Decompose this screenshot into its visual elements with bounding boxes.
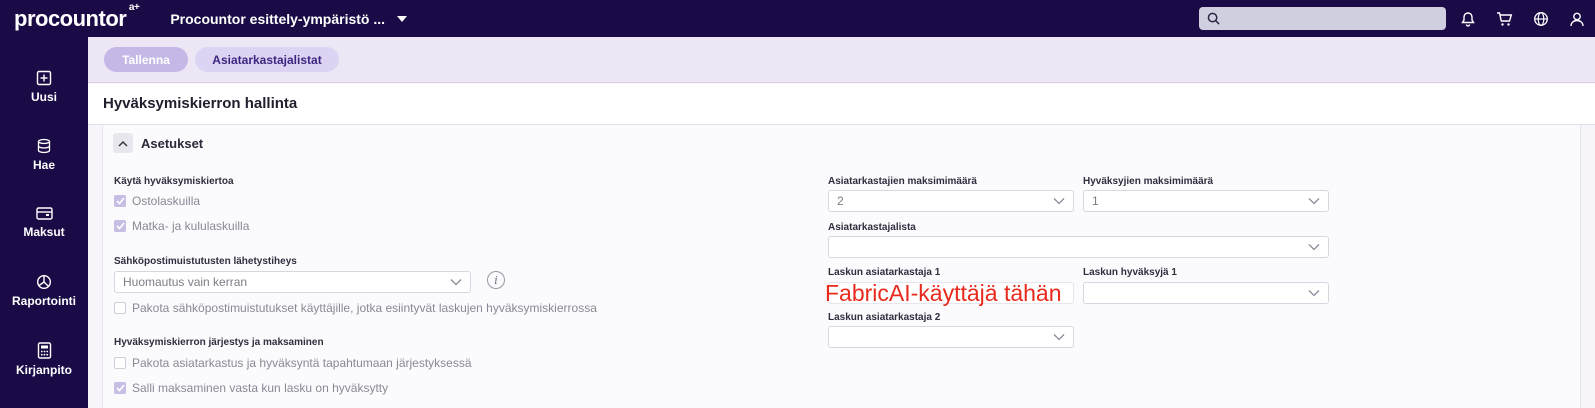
chevron-down-icon (1053, 334, 1065, 341)
sidebar-item-maksut[interactable]: Maksut (0, 206, 88, 239)
caret-down-icon (397, 15, 408, 22)
globe-icon[interactable] (1533, 11, 1549, 27)
checkbox-label: Ostolaskuilla (132, 194, 201, 208)
check-icon (115, 384, 125, 392)
max-approvers-label: Hyväksyjien maksimimäärä (1083, 176, 1214, 187)
top-icons (1460, 0, 1585, 37)
search-input[interactable] (1199, 7, 1446, 30)
max-approvers-select[interactable]: 1 (1083, 190, 1329, 212)
select-value: 1 (1092, 194, 1099, 208)
purchase-invoices-checkbox[interactable]: Ostolaskuilla (114, 194, 200, 208)
chevron-up-icon (118, 140, 128, 146)
settings-panel: Asetukset Käytä hyväksymiskiertoa Ostola… (102, 125, 1581, 408)
search-icon (1207, 12, 1220, 25)
sidebar: Uusi Hae Maksut Raportointi Kirjanpito (0, 37, 88, 408)
reviewer-list-label: Asiatarkastajalista (828, 222, 916, 233)
user-icon[interactable] (1569, 11, 1585, 27)
sidebar-item-label: Uusi (30, 90, 57, 104)
top-bar: procountor a+ Procountor esittely-ympäris… (0, 0, 1595, 37)
max-reviewers-select[interactable]: 2 (828, 190, 1074, 212)
select-value: 2 (837, 194, 844, 208)
reviewer1-label: Laskun asiatarkastaja 1 (828, 267, 941, 278)
logo-sup: a+ (128, 1, 140, 13)
email-frequency-label: Sähköpostimuistutusten lähetystiheys (114, 256, 297, 267)
sidebar-item-label: Raportointi (12, 294, 76, 308)
checkbox-box (114, 220, 126, 232)
logo-text: procountor (14, 5, 127, 31)
save-button[interactable]: Tallenna (104, 47, 188, 72)
checkbox-label: Pakota sähköpostimuistutukset käyttäjill… (132, 301, 597, 315)
section-title: Asetukset (141, 135, 204, 151)
reviewer-lists-button[interactable]: Asiatarkastajalistat (195, 47, 339, 72)
max-reviewers-label: Asiatarkastajien maksimimäärä (828, 176, 977, 187)
reviewer1-annotation: FabricAI-käyttäjä tähän (825, 280, 1062, 306)
main-content: Asetukset Käytä hyväksymiskiertoa Ostola… (88, 125, 1595, 408)
chevron-down-icon (1053, 198, 1065, 205)
approver1-label: Laskun hyväksyjä 1 (1083, 267, 1177, 278)
chevron-down-icon (450, 279, 462, 286)
environment-selector[interactable]: Procountor esittely-ympäristö ... (170, 10, 408, 27)
plus-square-icon (36, 70, 52, 86)
checkbox-box (114, 195, 126, 207)
sidebar-item-uusi[interactable]: Uusi (0, 70, 88, 104)
checkbox-label: Matka- ja kululaskuilla (132, 219, 250, 233)
sidebar-item-raportointi[interactable]: Raportointi (0, 274, 88, 308)
bell-icon[interactable] (1460, 11, 1476, 27)
sidebar-item-label: Hae (32, 158, 55, 172)
force-order-checkbox[interactable]: Pakota asiatarkastus ja hyväksyntä tapah… (114, 356, 472, 370)
chevron-down-icon (1308, 290, 1320, 297)
info-icon[interactable]: i (487, 271, 505, 289)
check-icon (115, 222, 125, 230)
checkbox-box (114, 357, 126, 369)
page-title: Hyväksymiskierron hallinta (103, 95, 298, 112)
wallet-icon (35, 207, 53, 220)
allow-payment-checkbox[interactable]: Salli maksaminen vasta kun lasku on hyvä… (114, 381, 388, 395)
sidebar-item-label: Maksut (23, 225, 65, 239)
sidebar-item-kirjanpito[interactable]: Kirjanpito (0, 342, 88, 377)
checkbox-label: Pakota asiatarkastus ja hyväksyntä tapah… (132, 356, 472, 370)
use-cycle-label: Käytä hyväksymiskiertoa (114, 176, 234, 187)
sidebar-item-hae[interactable]: Hae (0, 138, 88, 172)
collapse-button[interactable] (113, 133, 133, 153)
sidebar-item-label: Kirjanpito (16, 363, 72, 377)
travel-invoices-checkbox[interactable]: Matka- ja kululaskuilla (114, 219, 249, 233)
order-payment-label: Hyväksymiskierron järjestys ja maksamine… (114, 337, 324, 348)
section-header: Asetukset (113, 133, 203, 153)
chevron-down-icon (1308, 198, 1320, 205)
approver1-select[interactable] (1083, 282, 1329, 304)
reviewer2-select[interactable] (828, 326, 1074, 348)
database-icon (37, 138, 51, 154)
environment-label: Procountor esittely-ympäristö ... (170, 10, 386, 27)
page-header: Hyväksymiskierron hallinta (88, 84, 1595, 125)
force-email-checkbox[interactable]: Pakota sähköpostimuistutukset käyttäjill… (114, 301, 597, 315)
pie-chart-icon (36, 274, 52, 290)
checkbox-box (114, 382, 126, 394)
checkbox-label: Salli maksaminen vasta kun lasku on hyvä… (132, 381, 389, 395)
calculator-icon (37, 342, 51, 359)
action-toolbar: Tallenna Asiatarkastajalistat (88, 37, 1595, 83)
reviewer2-label: Laskun asiatarkastaja 2 (828, 312, 941, 323)
cart-icon[interactable] (1496, 11, 1513, 27)
procountor-logo[interactable]: procountor a+ (14, 2, 140, 32)
checkbox-box (114, 302, 126, 314)
chevron-down-icon (1308, 244, 1320, 251)
reviewer-list-select[interactable] (828, 236, 1329, 258)
select-value: Huomautus vain kerran (123, 275, 248, 289)
email-frequency-select[interactable]: Huomautus vain kerran (114, 271, 471, 293)
check-icon (115, 197, 125, 205)
